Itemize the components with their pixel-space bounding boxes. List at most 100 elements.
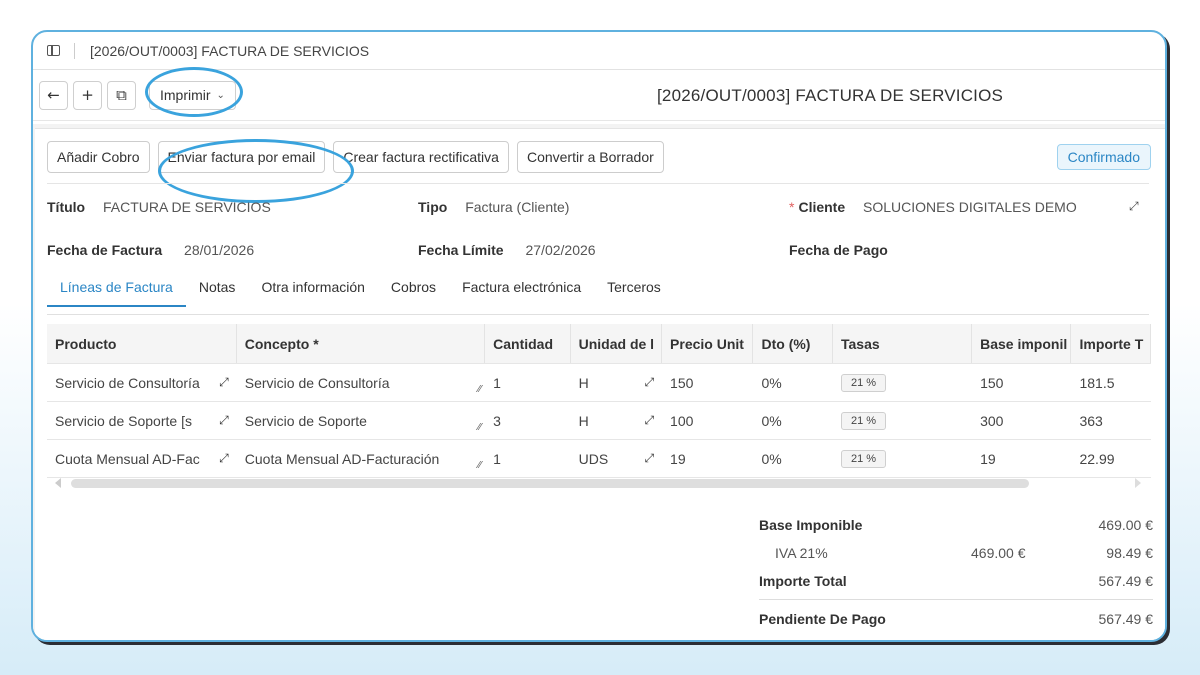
totals-panel: Base Imponible 469.00 € IVA 21% 469.00 €… [759,511,1153,633]
print-label: Imprimir [160,87,211,103]
back-button[interactable]: ← [39,80,68,110]
vat-label: IVA 21% [775,545,828,561]
expand-icon[interactable]: ⤢ [1129,199,1139,214]
column-header[interactable]: Unidad de l [571,324,663,363]
convert-draft-button[interactable]: Convertir a Borrador [516,141,664,173]
concept-cell[interactable]: Cuota Mensual AD-Facturación ⁄⁄ [237,440,485,477]
field-due: Fecha Límite 27/02/2026 [418,242,596,258]
send-email-button[interactable]: Enviar factura por email [157,141,326,173]
qty-cell[interactable]: 1 [485,364,570,401]
column-header[interactable]: Cantidad [485,324,571,363]
totals-total-row: Importe Total 567.49 € [759,567,1153,595]
field-type-value[interactable]: Factura (Cliente) [465,199,569,215]
scroll-right-icon[interactable] [1135,478,1141,488]
table-row[interactable]: Servicio de Soporte [s ⤢ Servicio de Sopo… [47,402,1151,440]
table-row[interactable]: Servicio de Consultoría ⤢ Servicio de Con… [47,364,1151,402]
table-row[interactable]: Cuota Mensual AD-Fac ⤢ Cuota Mensual AD-F… [47,440,1151,478]
unit-text: UDS [578,450,609,467]
unit-cell[interactable]: H ⤢ [571,364,662,401]
unit-text: H [578,412,589,429]
invoice-card: Añadir Cobro Enviar factura por email Cr… [35,128,1165,640]
content-area: Añadir Cobro Enviar factura por email Cr… [33,124,1165,640]
resize-handle-icon[interactable]: ⁄⁄ [478,384,481,395]
title-separator [74,42,75,59]
column-header[interactable]: Base imponil [972,324,1072,363]
expand-icon[interactable]: ⤢ [219,375,229,390]
qty-cell[interactable]: 1 [485,440,570,477]
field-paydate: Fecha de Pago [789,242,906,258]
total-label: Importe Total [759,573,847,589]
sidebar-toggle-icon[interactable] [47,45,60,56]
scrollbar-thumb[interactable] [71,479,1029,488]
tax-tag: 21 % [841,449,887,468]
column-header[interactable]: Producto [47,324,237,363]
concept-cell[interactable]: Servicio de Soporte ⁄⁄ [237,402,485,439]
pending-label: Pendiente De Pago [759,611,886,627]
tax-cell[interactable]: 21 % [833,440,972,477]
tab-invoice-lines[interactable]: Líneas de Factura [47,279,186,307]
tab-e-invoice[interactable]: Factura electrónica [449,279,594,307]
discount-cell[interactable]: 0% [753,402,833,439]
column-header[interactable]: Precio Unit [662,324,754,363]
concept-text: Cuota Mensual AD-Facturación [244,450,440,467]
print-dropdown[interactable]: Imprimir ⌄ [149,80,236,110]
field-client-value[interactable]: SOLUCIONES DIGITALES DEMO [863,199,1077,215]
expand-icon[interactable]: ⤢ [644,375,654,390]
column-header[interactable]: Tasas [833,324,973,363]
discount-cell[interactable]: 0% [753,364,833,401]
divider [47,183,1149,184]
add-payment-button[interactable]: Añadir Cobro [47,141,150,173]
price-cell[interactable]: 19 [662,440,753,477]
unit-cell[interactable]: UDS ⤢ [571,440,662,477]
tab-notes[interactable]: Notas [186,279,249,307]
expand-icon[interactable]: ⤢ [644,413,654,428]
unit-text: H [578,374,589,391]
field-date-value[interactable]: 28/01/2026 [184,242,254,258]
resize-handle-icon[interactable]: ⁄⁄ [478,422,481,433]
total-value: 567.49 € [1098,573,1154,589]
product-cell[interactable]: Servicio de Soporte [s ⤢ [47,402,237,439]
qty-cell[interactable]: 3 [485,402,570,439]
resize-handle-icon[interactable]: ⁄⁄ [478,460,481,471]
column-header[interactable]: Dto (%) [753,324,833,363]
tax-tag: 21 % [841,373,887,392]
price-cell[interactable]: 100 [662,402,753,439]
column-header[interactable]: Importe T [1071,324,1151,363]
field-type-label: Tipo [418,199,448,215]
expand-icon[interactable]: ⤢ [219,451,229,466]
product-cell[interactable]: Servicio de Consultoría ⤢ [47,364,237,401]
tab-other-info[interactable]: Otra información [248,279,377,307]
horizontal-scrollbar[interactable] [47,476,1151,490]
product-cell[interactable]: Cuota Mensual AD-Fac ⤢ [47,440,237,477]
total-cell: 181.5 [1079,374,1115,391]
discount-cell[interactable]: 0% [753,440,833,477]
product-name: Servicio de Soporte [s [55,412,192,429]
column-header[interactable]: Concepto * [237,324,486,363]
title-bar: [2026/OUT/0003] FACTURA DE SERVICIOS [33,32,1165,70]
base-cell: 150 [980,374,1004,391]
field-title-value[interactable]: FACTURA DE SERVICIOS [103,199,271,215]
back-arrow-icon: ← [47,86,60,104]
new-button[interactable]: + [73,80,102,110]
app-window: [2026/OUT/0003] FACTURA DE SERVICIOS ← +… [31,30,1167,642]
field-due-value[interactable]: 27/02/2026 [525,242,595,258]
credit-note-button[interactable]: Crear factura rectificativa [333,141,509,173]
expand-icon[interactable]: ⤢ [644,451,654,466]
base-cell: 19 [980,450,996,467]
duplicate-button[interactable]: ⧉ [107,80,136,110]
price-cell[interactable]: 150 [662,364,753,401]
tax-cell[interactable]: 21 % [833,364,972,401]
concept-text: Servicio de Soporte [244,412,367,429]
tab-payments[interactable]: Cobros [378,279,449,307]
tax-cell[interactable]: 21 % [833,402,972,439]
chevron-down-icon: ⌄ [216,89,225,101]
field-title-label: Título [47,199,86,215]
concept-cell[interactable]: Servicio de Consultoría ⁄⁄ [237,364,485,401]
expand-icon[interactable]: ⤢ [219,413,229,428]
field-date: Fecha de Factura 28/01/2026 [47,242,254,258]
invoice-lines-table: Producto Concepto * Cantidad Unidad de l… [47,324,1151,484]
unit-cell[interactable]: H ⤢ [571,402,662,439]
scroll-left-icon[interactable] [55,478,61,488]
tax-tag: 21 % [841,411,887,430]
tab-third-parties[interactable]: Terceros [594,279,674,307]
